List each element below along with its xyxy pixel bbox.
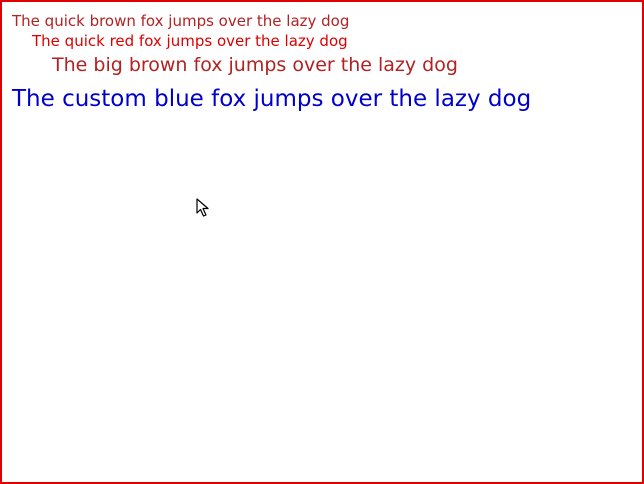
text-line-quick-brown: The quick brown fox jumps over the lazy … bbox=[12, 12, 350, 30]
text-line-quick-red: The quick red fox jumps over the lazy do… bbox=[32, 32, 348, 50]
text-line-custom-blue: The custom blue fox jumps over the lazy … bbox=[12, 86, 532, 112]
text-line-big-brown: The big brown fox jumps over the lazy do… bbox=[52, 54, 458, 76]
mouse-pointer-icon bbox=[196, 198, 209, 217]
canvas-frame: The quick brown fox jumps over the lazy … bbox=[0, 0, 644, 484]
